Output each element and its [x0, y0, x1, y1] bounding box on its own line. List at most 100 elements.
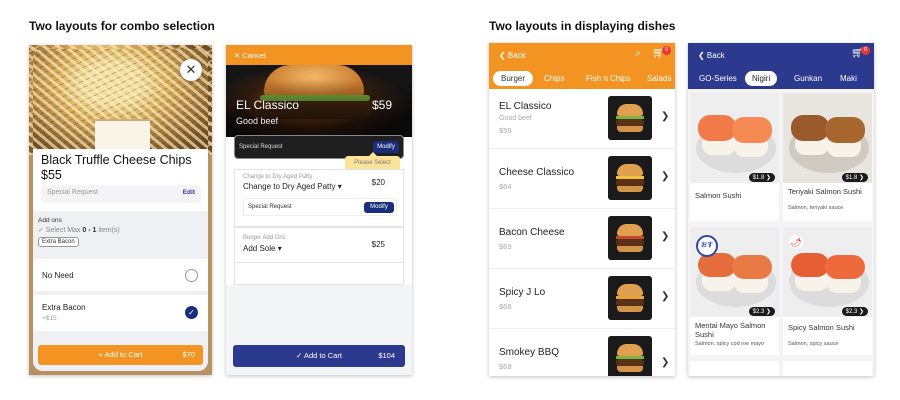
item-price: $69 [499, 242, 512, 251]
group-special-request[interactable]: Special Request Modify [243, 198, 397, 216]
chips-cup [95, 119, 150, 149]
cart-badge: 0 [662, 46, 671, 55]
modify-button[interactable]: Modify [364, 202, 394, 213]
dish-tile-partial[interactable] [783, 361, 872, 376]
list-item[interactable]: Smokey BBQ $68 ❯ [489, 329, 675, 376]
tab-chips[interactable]: Chips [536, 71, 572, 86]
group-caption: Burger Add Ons [243, 235, 286, 241]
chevron-right-icon[interactable]: ❯ [661, 231, 669, 242]
back-button[interactable]: ❮ Back [499, 51, 526, 60]
tab-maki[interactable]: Maki [833, 71, 864, 86]
price-tag[interactable]: $2.3 ❯ [841, 307, 868, 316]
add-to-cart-button[interactable]: + Add to Cart $70 [38, 345, 203, 365]
price-tag[interactable]: $1.8 ❯ [841, 173, 868, 182]
combo-sheet: ✕ Black Truffle Cheese Chips $55 Special… [33, 49, 208, 371]
addons-select-hint: ✓ Select Max 0 - 1 item(s) [38, 227, 120, 234]
dish-subtitle: Good beef [236, 116, 279, 126]
dish-tile[interactable]: $1.8 ❯ Teriyaki Salmon Sushi Salmon, ter… [783, 93, 872, 221]
group-select[interactable]: Change to Dry Aged Patty ▾ [243, 182, 342, 191]
addons-label: Add ons [38, 217, 62, 224]
modifier-card-footer [234, 263, 404, 285]
option-label: No Need [42, 271, 74, 280]
list-layout-phone: ❮ Back ⌕ 🛒︎ 0 Burger Chips Fish n Chips … [489, 43, 675, 376]
group-caption: Change to Dry Aged Patty [243, 174, 313, 180]
dish-tile[interactable]: $1.8 ❯ Salmon Sushi [690, 93, 779, 221]
option-label: Extra Bacon [42, 303, 86, 312]
special-request-field[interactable]: Special Request Edit [41, 185, 201, 203]
list-item[interactable]: Bacon Cheese $69 ❯ [489, 209, 675, 269]
list-item[interactable]: Cheese Classico $64 ❯ [489, 149, 675, 209]
selected-addon-chip[interactable]: Extra Bacon [38, 237, 79, 247]
chevron-right-icon[interactable]: ❯ [661, 357, 669, 368]
spicy-icon: 🌶︎ [789, 235, 803, 249]
chevron-right-icon[interactable]: ❯ [661, 111, 669, 122]
dish-title: EL Classico [236, 98, 299, 112]
cart-total: $104 [378, 351, 395, 360]
tab-gunkan[interactable]: Gunkan [787, 71, 829, 86]
recommended-stamp-icon: おす [696, 235, 718, 257]
group-select[interactable]: Add Sole ▾ [243, 244, 282, 253]
spicy-salmon-sushi-photo: 🌶︎ [783, 227, 872, 317]
tab-burger[interactable]: Burger [493, 71, 534, 86]
special-request-label: Special Request [239, 144, 283, 150]
item-price: $68 [499, 302, 512, 311]
option-no-need[interactable]: No Need [33, 259, 208, 291]
special-request-label: Special Request [248, 204, 292, 210]
group-price: $25 [371, 240, 385, 249]
tab-go-series[interactable]: GO-Series [692, 71, 744, 86]
burger-thumbnail [608, 216, 652, 260]
group-price: $20 [371, 178, 385, 187]
burger-thumbnail [608, 276, 652, 320]
close-icon[interactable]: ✕ [180, 59, 202, 81]
tab-fish-n-chips[interactable]: Fish n Chips [578, 71, 638, 86]
burger-thumbnail [608, 156, 652, 200]
combo-modal-phone: ✕ Black Truffle Cheese Chips $55 Special… [29, 45, 212, 375]
chevron-right-icon[interactable]: ❯ [661, 171, 669, 182]
item-price: $68 [499, 362, 512, 371]
special-request-placeholder: Special Request [47, 189, 98, 196]
burger-thumbnail [608, 96, 652, 140]
tab-nigiri[interactable]: Nigiri [745, 71, 778, 86]
cart-total: $70 [182, 350, 195, 359]
list-item[interactable]: Spicy J Lo $68 ❯ [489, 269, 675, 329]
edit-button[interactable]: Edit [183, 189, 195, 196]
mentai-mayo-salmon-sushi-photo: おす [690, 227, 779, 317]
radio-unchecked[interactable] [185, 269, 198, 282]
combo-inline-phone: ✕ Cancel EL Classico $59 Good beef Speci… [226, 45, 412, 375]
add-to-cart-label: + Add to Cart [98, 350, 143, 359]
option-extra-bacon[interactable]: Extra Bacon +$15 ✓ [33, 295, 208, 331]
dish-name: Spicy Salmon Sushi [788, 323, 855, 332]
dish-tile[interactable]: おす $2.3 ❯ Mentai Mayo Salmon Sushi Salmo… [690, 227, 779, 355]
item-name: EL Classico [499, 101, 552, 112]
back-button[interactable]: ❮ Back [698, 51, 725, 60]
item-name: Bacon Cheese [499, 227, 565, 238]
dish-tile-partial[interactable] [690, 361, 779, 376]
item-name: Spicy J Lo [499, 287, 546, 298]
dish-tile[interactable]: 🌶︎ $2.3 ❯ Spicy Salmon Sushi Salmon, spi… [783, 227, 872, 355]
option-price: +$15 [42, 315, 57, 322]
cart-badge: 0 [861, 46, 870, 55]
dish-price: $59 [371, 98, 392, 112]
grid-layout-phone: ❮ Back 🛒︎ 0 GO-Series Nigiri Gunkan Maki… [688, 43, 874, 376]
search-icon[interactable]: ⌕ [635, 48, 641, 59]
price-tag[interactable]: $1.8 ❯ [748, 173, 775, 182]
modifier-group-addons: Burger Add Ons Add Sole ▾ $25 [234, 227, 404, 263]
radio-checked-icon[interactable]: ✓ [185, 306, 198, 319]
list-item[interactable]: EL Classico Good beef $59 ❯ [489, 89, 675, 149]
tab-salads[interactable]: Salads [639, 71, 675, 86]
chevron-right-icon[interactable]: ❯ [661, 291, 669, 302]
app-header: ❮ Back ⌕ 🛒︎ 0 Burger Chips Fish n Chips … [489, 43, 675, 89]
add-to-cart-button[interactable]: ✓ Add to Cart $104 [233, 345, 405, 367]
modifier-group-patty: Change to Dry Aged Patty Change to Dry A… [234, 169, 404, 227]
dish-name: Mentai Mayo Salmon Sushi [695, 321, 766, 339]
dish-name: Teriyaki Salmon Sushi [788, 187, 862, 196]
item-price: $59 [499, 126, 512, 135]
item-name: Cheese Classico [499, 167, 575, 178]
cancel-button[interactable]: ✕ Cancel [234, 51, 266, 60]
combo-section-title: Two layouts for combo selection [29, 19, 215, 33]
dish-desc: Salmon, teriyaki sauce [788, 205, 844, 211]
burger-thumbnail [608, 336, 652, 376]
item-desc: Good beef [499, 115, 532, 122]
item-price: $64 [499, 182, 512, 191]
price-tag[interactable]: $2.3 ❯ [748, 307, 775, 316]
